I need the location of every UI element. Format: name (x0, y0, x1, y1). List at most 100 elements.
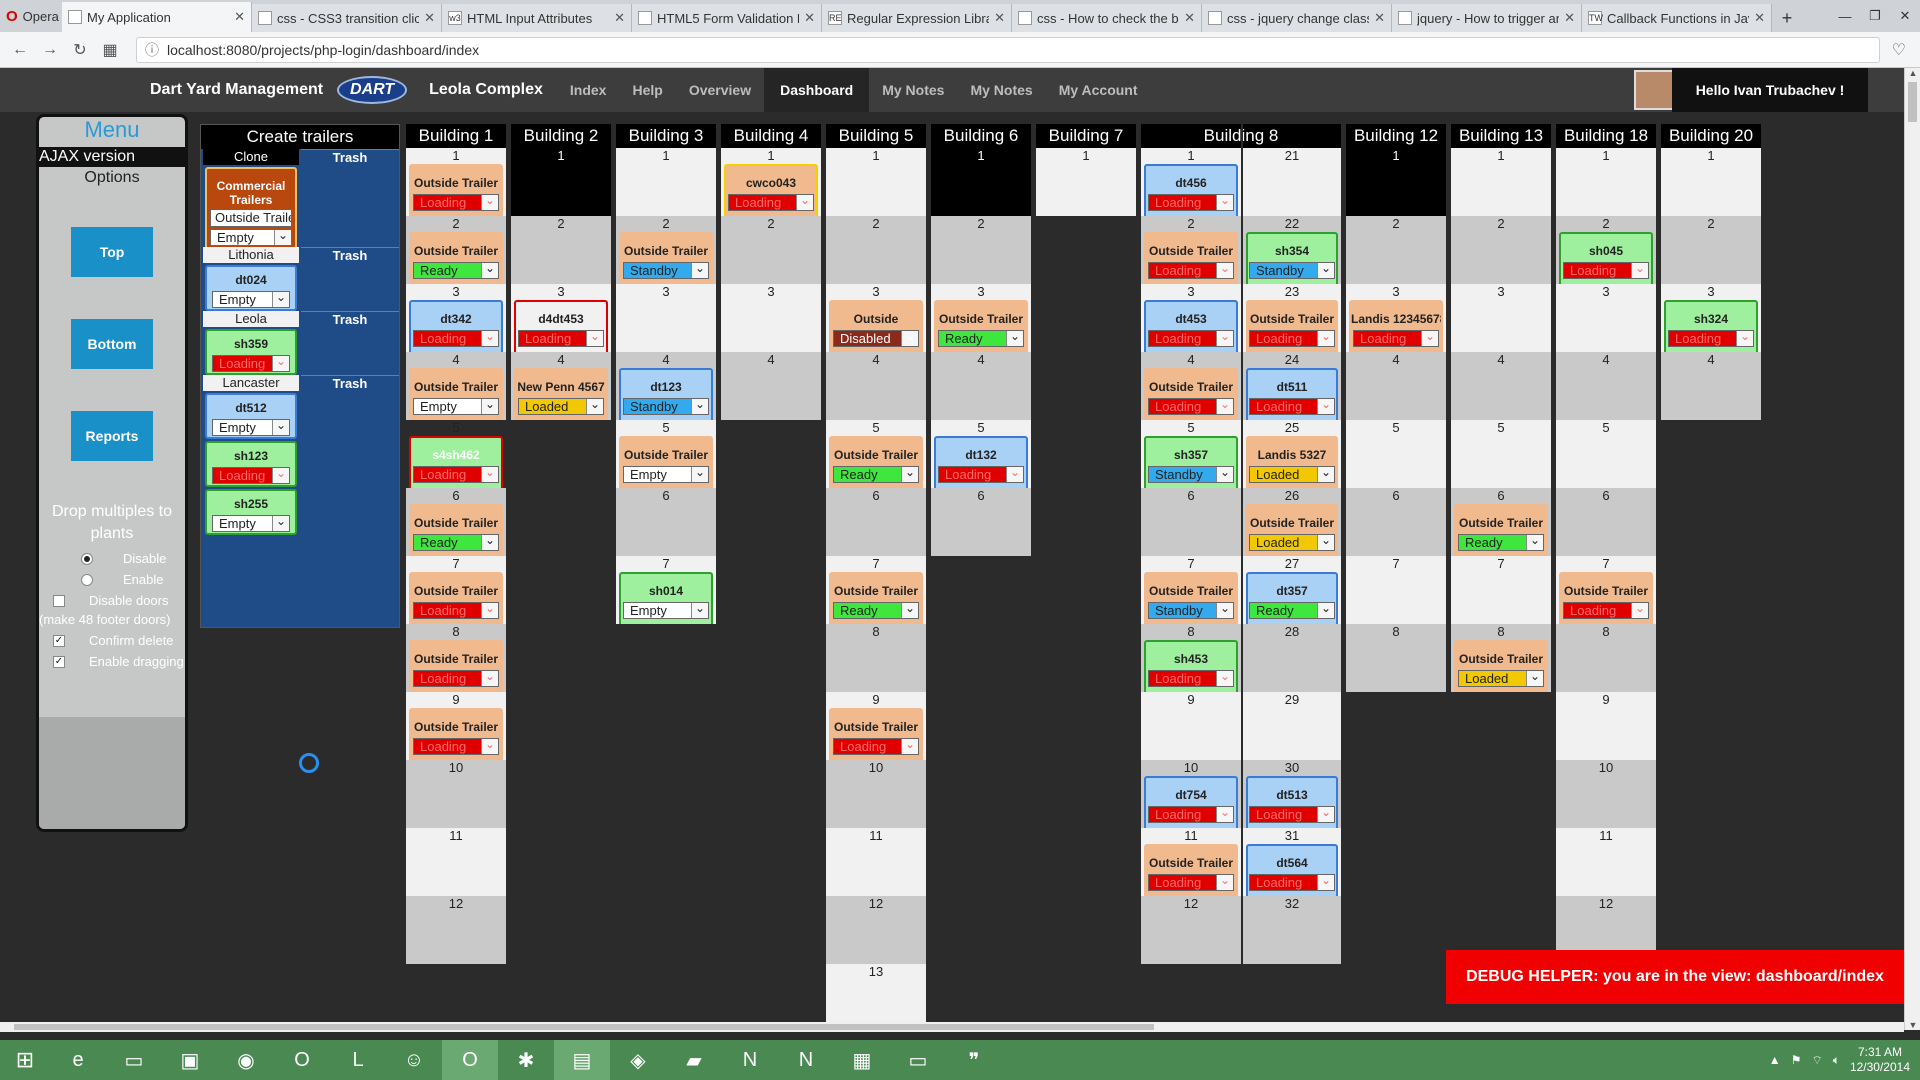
trailer-card[interactable]: Outside Trailer Loaded (1454, 640, 1548, 692)
door-slot[interactable]: 1 (511, 148, 611, 216)
commercial-trailers-card[interactable]: Commercial Trailers Outside Traile Empty (205, 167, 297, 250)
close-tab-icon[interactable]: ✕ (234, 9, 245, 25)
browser-tab[interactable]: TW Callback Functions in Java ✕ (1582, 4, 1772, 32)
door-slot[interactable]: 4 (1346, 352, 1446, 420)
door-slot[interactable]: 6 (931, 488, 1031, 556)
flag-icon[interactable]: ⚑ (1791, 1053, 1802, 1067)
close-tab-icon[interactable]: ✕ (804, 10, 815, 26)
door-slot[interactable]: 4 New Penn 4567 Loaded (511, 352, 611, 420)
door-slot[interactable]: 1 (1036, 148, 1136, 216)
door-slot[interactable]: 8 Outside Trailer Loading (406, 624, 506, 696)
status-select[interactable]: Standby (623, 398, 709, 415)
door-slot[interactable]: 27 dt357 Ready (1243, 556, 1341, 628)
door-slot[interactable]: 9 (1556, 692, 1656, 760)
trailer-card[interactable]: Outside Trailer Ready (829, 572, 923, 628)
browser-tab[interactable]: RE Regular Expression Library ✕ (822, 4, 1012, 32)
nav-link-index[interactable]: Index (557, 68, 620, 112)
status-select[interactable]: Empty (212, 419, 290, 436)
door-slot[interactable]: 5 sh357 Standby (1141, 420, 1241, 492)
status-select[interactable]: Loading (1563, 262, 1649, 279)
door-slot[interactable]: 3 (1556, 284, 1656, 352)
nav-link-my-notes[interactable]: My Notes (869, 68, 957, 112)
status-select[interactable]: Loading (1148, 670, 1234, 687)
onenote2-icon[interactable]: N (778, 1040, 834, 1080)
trailer-card[interactable]: Outside Trailer Loading (829, 708, 923, 764)
door-slot[interactable]: 2 Outside Trailer Ready (406, 216, 506, 288)
chat-icon[interactable]: ❞ (946, 1040, 1002, 1080)
browser-tab[interactable]: w3 HTML Input Attributes ✕ (442, 4, 632, 32)
trailer-name-input[interactable]: Outside Traile (210, 209, 292, 227)
door-slot[interactable]: 10 dt754 Loading (1141, 760, 1241, 832)
trailer-card[interactable]: Outside Trailer Loading (1144, 844, 1238, 900)
close-tab-icon[interactable]: ✕ (424, 10, 435, 26)
trailer-card[interactable]: dt456 Loading (1144, 164, 1238, 220)
trailer-card[interactable]: dt513 Loading (1246, 776, 1338, 832)
trailer-card[interactable]: Outside Trailer Ready (1454, 504, 1548, 560)
status-select[interactable]: Standby (623, 262, 709, 279)
trailer-card[interactable]: Outside Trailer Standby (619, 232, 713, 288)
door-slot[interactable]: 10 (826, 760, 926, 828)
brand-title[interactable]: Dart Yard Management (150, 81, 323, 99)
door-slot[interactable]: 4 Outside Trailer Loading (1141, 352, 1241, 424)
door-slot[interactable]: 23 Outside Trailer Loading (1243, 284, 1341, 356)
trailer-card[interactable]: dt024 Empty (205, 265, 297, 311)
trailer-card[interactable]: sh354 Standby (1246, 232, 1338, 288)
door-slot[interactable]: 11 (406, 828, 506, 896)
user-greeting[interactable]: Hello Ivan Trubachev ! (1672, 68, 1868, 112)
new-tab-button[interactable]: + (1772, 4, 1802, 32)
trailer-card[interactable]: dt564 Loading (1246, 844, 1338, 900)
trash-zone[interactable]: Trash (301, 311, 399, 375)
status-select[interactable]: Loading (212, 355, 290, 372)
enable-radio[interactable] (81, 573, 93, 586)
trailer-card[interactable]: Outside Trailer Standby (1144, 572, 1238, 628)
door-slot[interactable]: 2 Outside Trailer Standby (616, 216, 716, 288)
trailer-card[interactable]: sh359 Loading (205, 329, 297, 375)
close-tab-icon[interactable]: ✕ (1754, 10, 1765, 26)
door-slot[interactable]: 22 sh354 Standby (1243, 216, 1341, 288)
door-slot[interactable]: 5 s4sh462 Loading (406, 420, 506, 492)
door-slot[interactable]: 3 Landis 12345678 Loading (1346, 284, 1446, 356)
status-select[interactable]: Loading (413, 194, 499, 211)
status-select[interactable]: Ready (1249, 602, 1335, 619)
trailer-card[interactable]: sh324 Loading (1664, 300, 1758, 356)
trailer-card[interactable]: Outside Trailer Ready (829, 436, 923, 492)
nav-link-my-account[interactable]: My Account (1046, 68, 1151, 112)
restore-icon[interactable]: ❐ (1860, 8, 1890, 24)
trailer-card[interactable]: Outside Trailer Ready (409, 232, 503, 288)
nav-link-overview[interactable]: Overview (676, 68, 764, 112)
top-button[interactable]: Top (71, 227, 153, 277)
trash-zone[interactable]: Trash (301, 375, 399, 539)
minimize-icon[interactable]: — (1830, 9, 1860, 24)
browser-tab[interactable]: HTML5 Form Validation E ✕ (632, 4, 822, 32)
door-slot[interactable]: 12 (826, 896, 926, 964)
door-slot[interactable]: 12 (1141, 896, 1241, 964)
status-select[interactable]: Loading (833, 738, 919, 755)
bottom-button[interactable]: Bottom (71, 319, 153, 369)
door-slot[interactable]: 4 (721, 352, 821, 420)
status-select[interactable]: Loading (413, 670, 499, 687)
door-slot[interactable]: 7 (1346, 556, 1446, 624)
door-slot[interactable]: 4 (826, 352, 926, 420)
door-slot[interactable]: 6 (826, 488, 926, 556)
door-slot[interactable]: 2 (721, 216, 821, 284)
status-select[interactable]: Loading (1148, 398, 1234, 415)
door-slot[interactable]: 3 (616, 284, 716, 352)
door-slot[interactable]: 3 Outside Disabled (826, 284, 926, 356)
status-select[interactable]: Loading (212, 467, 290, 484)
nav-link-help[interactable]: Help (619, 68, 675, 112)
status-select[interactable]: Loaded (1249, 534, 1335, 551)
door-slot[interactable]: 26 Outside Trailer Loaded (1243, 488, 1341, 560)
status-select[interactable]: Empty (212, 291, 290, 308)
status-select[interactable]: Loading (1249, 874, 1335, 891)
status-select[interactable]: Ready (833, 602, 919, 619)
door-slot[interactable]: 2 (1661, 216, 1761, 284)
trailer-card[interactable]: dt453 Loading (1144, 300, 1238, 356)
door-slot[interactable]: 3 d4dt453 Loading (511, 284, 611, 356)
trailer-card[interactable]: dt512 Empty (205, 393, 297, 439)
trailer-card[interactable]: sh255 Empty (205, 489, 297, 535)
door-slot[interactable]: 3 (1451, 284, 1551, 352)
status-select[interactable]: Loading (1563, 602, 1649, 619)
trailer-card[interactable]: dt511 Loading (1246, 368, 1338, 424)
scroll-up-icon[interactable]: ▲ (1905, 68, 1920, 78)
trailer-card[interactable]: sh357 Standby (1144, 436, 1238, 492)
